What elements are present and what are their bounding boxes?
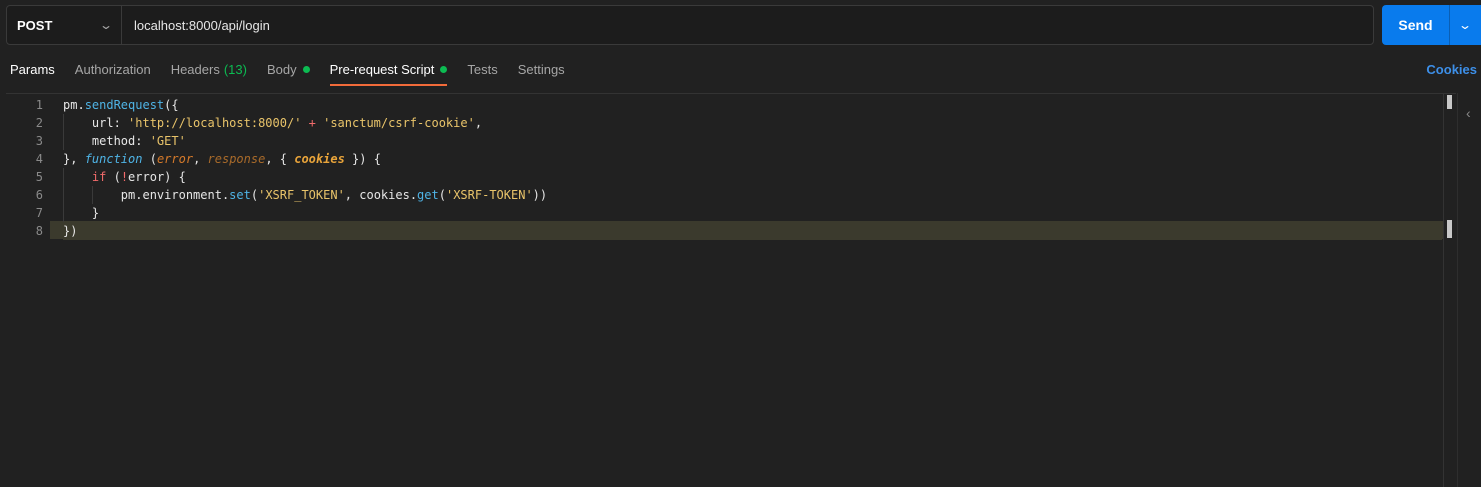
cookies-link[interactable]: Cookies bbox=[1426, 52, 1477, 86]
line-number: 8 bbox=[35, 224, 43, 238]
script-editor[interactable]: 1 2 3 4 5 6 7 8 pm.sendRequest({ url: 'h… bbox=[6, 93, 1456, 487]
line-number-gutter: 1 2 3 4 5 6 7 8 bbox=[6, 94, 50, 487]
editor-scrollbar[interactable] bbox=[1443, 93, 1457, 487]
code-line: }) bbox=[63, 222, 1442, 240]
headers-count-badge: (13) bbox=[223, 61, 247, 77]
code-line: method: 'GET' bbox=[63, 132, 186, 150]
line-number: 3 bbox=[35, 134, 43, 148]
side-panel: ‹ bbox=[1457, 93, 1481, 487]
tab-label: Body bbox=[266, 61, 297, 77]
method-label: POST bbox=[17, 17, 53, 33]
chevron-down-icon: ⌄ bbox=[1458, 18, 1473, 32]
tab-headers[interactable]: Headers (13) bbox=[161, 52, 257, 86]
tab-tests[interactable]: Tests bbox=[457, 52, 507, 86]
tab-label: Headers bbox=[170, 61, 220, 77]
line-number: 6 bbox=[35, 188, 43, 202]
send-button[interactable]: Send bbox=[1382, 5, 1449, 45]
tab-params[interactable]: Params bbox=[0, 52, 65, 86]
tab-pre-request-script[interactable]: Pre-request Script bbox=[320, 52, 458, 86]
code-line: pm.environment.set('XSRF_TOKEN', cookies… bbox=[63, 186, 548, 204]
chevron-down-icon: ⌄ bbox=[98, 18, 114, 32]
tab-label: Settings bbox=[517, 61, 565, 77]
line-number: 1 bbox=[35, 98, 43, 112]
code-line: } bbox=[63, 204, 100, 222]
chevron-left-icon[interactable]: ‹ bbox=[1466, 105, 1471, 121]
line-number: 4 bbox=[35, 152, 43, 166]
tab-label: Authorization bbox=[74, 61, 151, 77]
request-tabs: Params Authorization Headers (13) Body P… bbox=[0, 52, 1481, 86]
method-select[interactable]: POST ⌄ bbox=[7, 6, 122, 44]
tab-body[interactable]: Body bbox=[257, 52, 320, 86]
tab-settings[interactable]: Settings bbox=[508, 52, 575, 86]
code-line: pm.sendRequest({ bbox=[63, 98, 179, 112]
code-line: }, function (error, response, { cookies … bbox=[63, 152, 381, 166]
send-options-button[interactable]: ⌄ bbox=[1449, 5, 1481, 45]
request-url-bar: POST ⌄ bbox=[6, 5, 1374, 45]
line-number: 5 bbox=[35, 170, 43, 184]
tab-authorization[interactable]: Authorization bbox=[65, 52, 161, 86]
line-number: 7 bbox=[35, 206, 43, 220]
code-line: url: 'http://localhost:8000/' + 'sanctum… bbox=[63, 114, 483, 132]
send-button-group: Send ⌄ bbox=[1382, 5, 1481, 45]
code-content[interactable]: pm.sendRequest({ url: 'http://localhost:… bbox=[63, 94, 1442, 487]
tab-label: Tests bbox=[467, 61, 498, 77]
url-input[interactable] bbox=[122, 6, 1373, 44]
status-dot-icon bbox=[440, 65, 448, 73]
tab-label: Pre-request Script bbox=[329, 61, 435, 77]
cursor-marker bbox=[1447, 220, 1452, 238]
tab-label: Params bbox=[10, 61, 55, 77]
code-line: if (!error) { bbox=[63, 168, 1442, 186]
line-number: 2 bbox=[35, 116, 43, 130]
scroll-thumb[interactable] bbox=[1447, 95, 1452, 109]
status-dot-icon bbox=[302, 65, 310, 73]
